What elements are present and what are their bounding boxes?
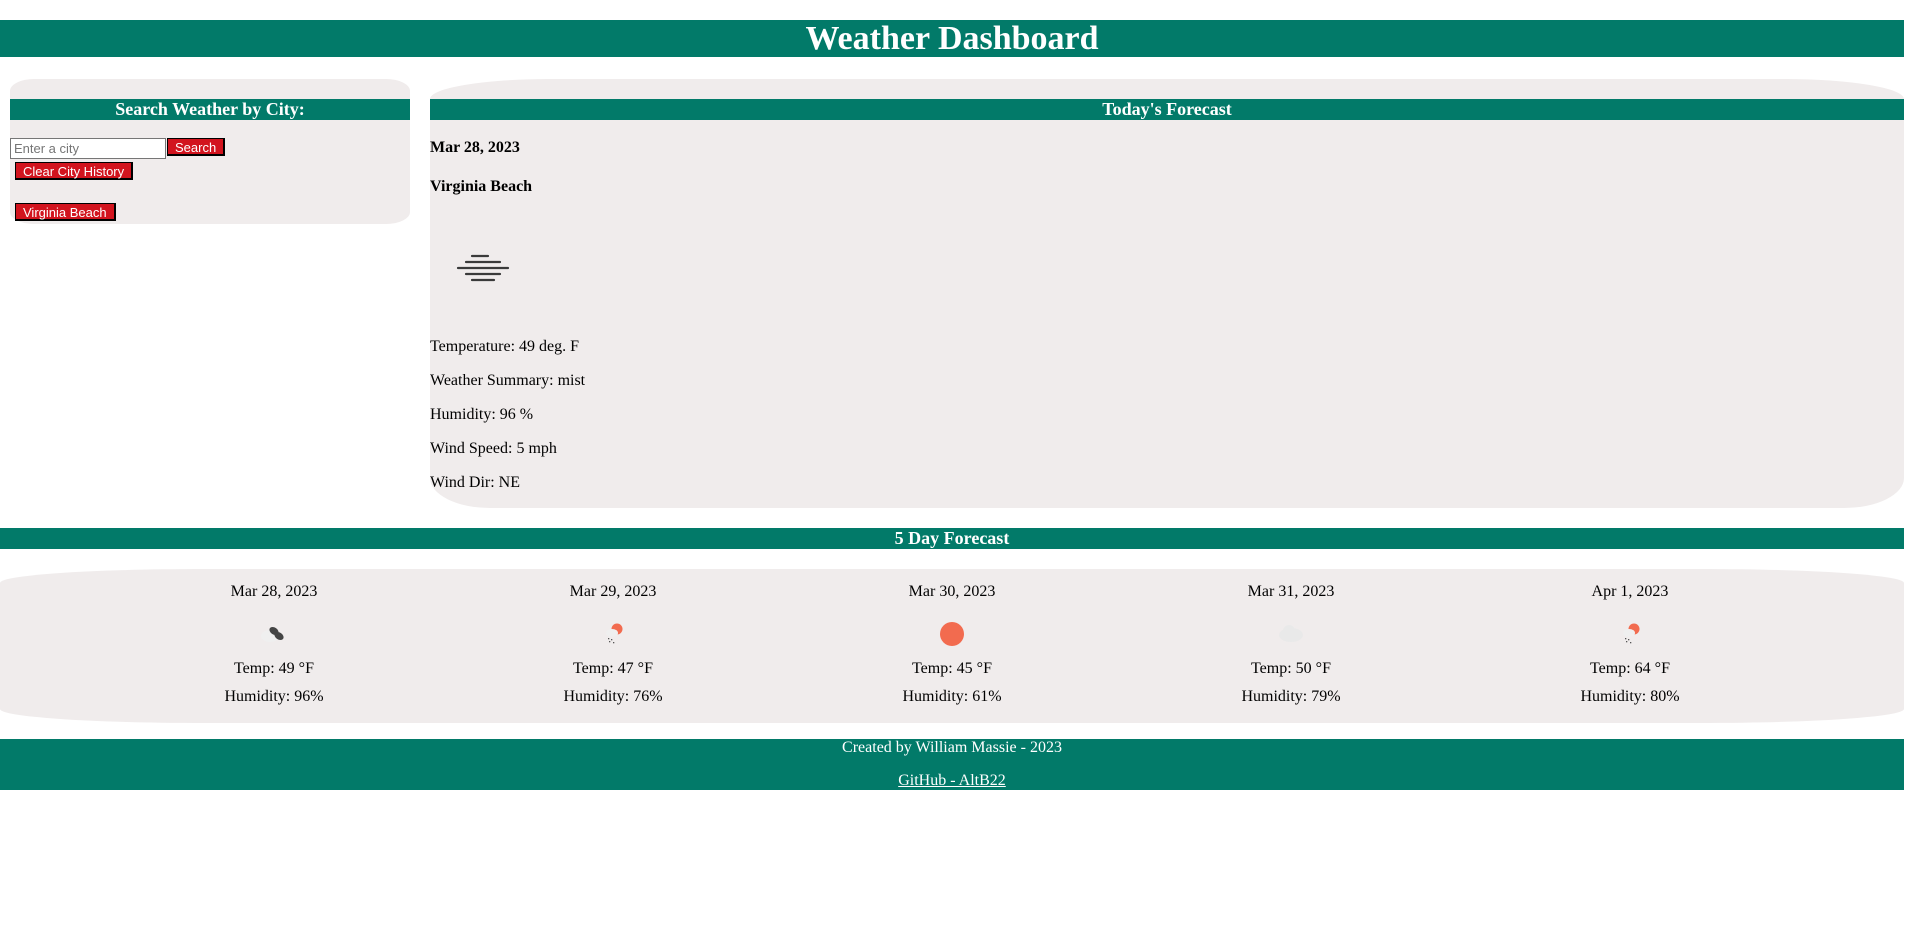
clear-city-history-button[interactable]: Clear City History xyxy=(15,162,134,180)
city-search-input[interactable] xyxy=(10,138,166,159)
today-wind-dir: Wind Dir: NE xyxy=(430,474,521,491)
forecast-date: Mar 31, 2023 xyxy=(1247,583,1335,600)
today-wind-speed: Wind Speed: 5 mph xyxy=(430,440,557,457)
sun-icon xyxy=(940,622,964,646)
five-day-forecast-panel: Mar 28, 2023 Temp: 49 °F Humidity: 96% M… xyxy=(0,569,1904,723)
forecast-temp: Temp: 49 °F xyxy=(234,660,314,677)
forecast-date: Mar 29, 2023 xyxy=(569,583,657,600)
footer-credit: Created by William Massie - 2023 xyxy=(842,739,1062,756)
footer: Created by William Massie - 2023 GitHub … xyxy=(0,739,1904,790)
forecast-day-card: Mar 28, 2023 Temp: 49 °F Humidity: 96% xyxy=(174,569,374,723)
page: Weather Dashboard Search Weather by City… xyxy=(0,0,1912,943)
forecast-day-card: Mar 30, 2023 Temp: 45 °F Humidity: 61% xyxy=(852,569,1052,723)
forecast-humidity: Humidity: 80% xyxy=(1580,688,1680,705)
today-temperature: Temperature: 49 deg. F xyxy=(430,338,580,355)
search-panel-title: Search Weather by City: xyxy=(10,99,410,120)
forecast-date: Apr 1, 2023 xyxy=(1591,583,1669,600)
five-day-forecast-title: 5 Day Forecast xyxy=(0,528,1904,549)
today-city: Virginia Beach xyxy=(430,178,533,195)
forecast-temp: Temp: 64 °F xyxy=(1590,660,1670,677)
footer-github-row: GitHub - AltB22 xyxy=(0,772,1904,790)
today-humidity: Humidity: 96 % xyxy=(430,406,534,423)
forecast-date: Mar 28, 2023 xyxy=(230,583,318,600)
todays-forecast-title: Today's Forecast xyxy=(430,99,1904,120)
city-history-button[interactable]: Virginia Beach xyxy=(15,203,116,221)
forecast-day-card: Mar 29, 2023 Temp: 47 °F Humidity: 76% xyxy=(513,569,713,723)
forecast-day-card: Apr 1, 2023 Temp: 64 °F Humidity: 80% xyxy=(1530,569,1730,723)
forecast-date: Mar 30, 2023 xyxy=(908,583,996,600)
mist-icon xyxy=(456,254,510,282)
forecast-humidity: Humidity: 79% xyxy=(1241,688,1341,705)
rain-sun-icon xyxy=(606,623,623,644)
search-button[interactable]: Search xyxy=(167,138,226,156)
forecast-humidity: Humidity: 76% xyxy=(563,688,663,705)
today-summary: Weather Summary: mist xyxy=(430,372,586,389)
today-date: Mar 28, 2023 xyxy=(430,139,520,156)
rain-sun-icon xyxy=(1623,623,1640,644)
broken-clouds-icon xyxy=(261,626,284,642)
todays-forecast-panel: Today's Forecast Mar 28, 2023 Virginia B… xyxy=(430,79,1904,508)
forecast-humidity: Humidity: 96% xyxy=(224,688,324,705)
github-link[interactable]: GitHub - AltB22 xyxy=(898,772,1006,789)
cloud-icon xyxy=(1279,625,1303,642)
page-title: Weather Dashboard xyxy=(0,20,1904,57)
forecast-day-card: Mar 31, 2023 Temp: 50 °F Humidity: 79% xyxy=(1191,569,1391,723)
forecast-temp: Temp: 47 °F xyxy=(573,660,653,677)
search-panel: Search Weather by City: Search Clear Cit… xyxy=(10,79,410,224)
forecast-humidity: Humidity: 61% xyxy=(902,688,1002,705)
forecast-temp: Temp: 50 °F xyxy=(1251,660,1331,677)
forecast-temp: Temp: 45 °F xyxy=(912,660,992,677)
